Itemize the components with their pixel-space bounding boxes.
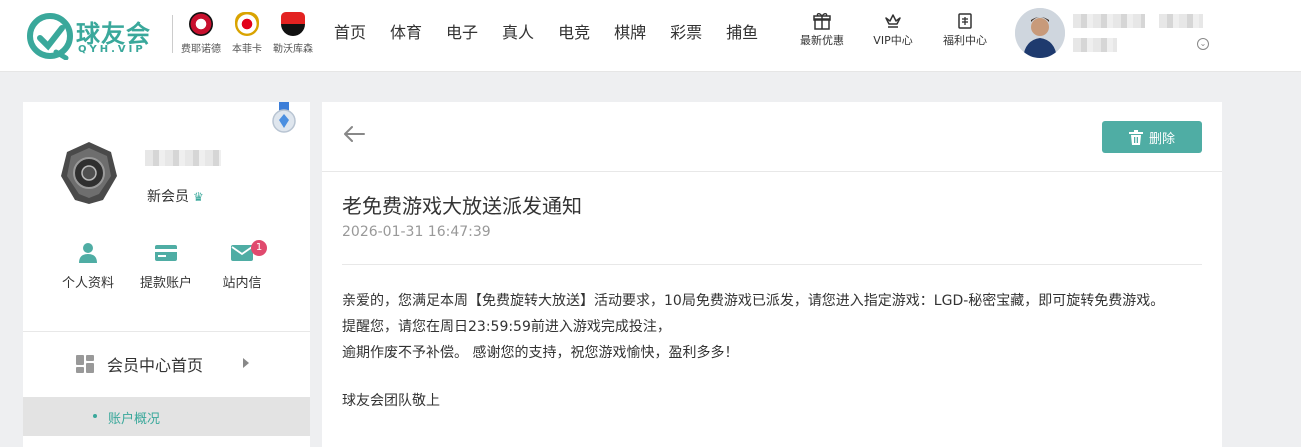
message-line: 亲爱的，您满足本周【免费旋转大放送】活动要求，10局免费游戏已派发，请您进入指定… [342,293,1165,309]
dashboard-icon [76,355,94,373]
user-extra-blurred [1159,14,1203,28]
trash-icon [1128,129,1143,145]
crown-icon [885,14,901,28]
member-sidebar: 新会员 ♛ 个人资料 提款账户 1 站内信 会员中心首页 账户概况 [23,102,310,447]
card-icon [155,245,177,261]
quick-link-label: 提款账户 [139,276,192,291]
quick-link-label: 站内信 [222,276,262,291]
benfica-badge-icon [235,12,259,36]
avatar-photo-icon [1015,8,1065,58]
gift-icon [813,13,831,30]
member-rank-avatar-icon [61,142,117,204]
member-name-blurred [145,150,221,166]
user-menu-chevron-icon[interactable]: ⌄ [1197,38,1209,50]
member-level: 新会员 ♛ [147,186,204,206]
submenu-bullet-icon [93,414,97,418]
message-divider [342,264,1202,265]
site-logo[interactable]: 球友会 QYH.VIP [26,10,166,60]
member-level-label: 新会员 [147,189,189,205]
quick-link-profile[interactable]: 个人资料 [53,242,123,291]
sidebar-divider [23,331,310,332]
user-avatar[interactable] [1015,8,1065,58]
medal-icon [272,102,296,133]
message-signature: 球友会团队敬上 [342,393,440,409]
message-detail-panel: 删除 老免费游戏大放送派发通知 2026-01-31 16:47:39 亲爱的，… [322,102,1222,447]
quick-link-withdraw-account[interactable]: 提款账户 [131,242,201,291]
nav-sports[interactable]: 体育 [378,0,434,72]
quick-link-inbox[interactable]: 1 站内信 [207,240,277,291]
nav-welfare[interactable]: 福利中心 [933,12,997,48]
partner-name: 费耶诺德 [181,44,221,55]
partner-benfica[interactable]: 本菲卡 [224,10,270,58]
nav-vip-label: VIP中心 [873,34,913,47]
top-header: 球友会 QYH.VIP 费耶诺德 本菲卡 勒沃库森 首页 体育 电子 真人 电竞… [0,0,1301,72]
nav-esports[interactable]: 电竞 [546,0,602,72]
welfare-icon [958,13,972,29]
menu-member-home[interactable]: 会员中心首页 [75,350,249,378]
nav-chess[interactable]: 棋牌 [602,0,658,72]
partner-feyenoord[interactable]: 费耶诺德 [178,10,224,58]
partner-name: 本菲卡 [232,44,262,55]
partner-leverkusen[interactable]: 勒沃库森 [270,10,316,58]
nav-fishing[interactable]: 捕鱼 [714,0,770,72]
nav-home[interactable]: 首页 [322,0,378,72]
delete-button[interactable]: 删除 [1102,121,1202,153]
user-area[interactable]: ⌄ [1015,8,1295,64]
back-arrow-icon[interactable] [342,124,366,144]
nav-promotions[interactable]: 最新优惠 [790,12,854,48]
level-crown-icon: ♛ [193,190,204,204]
message-body: 亲爱的，您满足本周【免费旋转大放送】活动要求，10局免费游戏已派发，请您进入指定… [342,288,1282,366]
logo-mark-icon [27,13,73,60]
partner-clubs: 费耶诺德 本菲卡 勒沃库森 [178,10,316,58]
logo-divider [172,15,173,53]
menu-member-home-label: 会员中心首页 [107,356,204,375]
leverkusen-badge-icon [281,12,305,36]
nav-live[interactable]: 真人 [490,0,546,72]
main-nav: 首页 体育 电子 真人 电竞 棋牌 彩票 捕鱼 [322,0,770,72]
username-blurred [1073,14,1145,28]
logo-domain: QYH.VIP [78,44,146,55]
quick-link-label: 个人资料 [61,276,114,291]
message-timestamp: 2026-01-31 16:47:39 [342,224,491,240]
user-icon [79,243,97,263]
unread-badge: 1 [251,240,267,256]
message-title: 老免费游戏大放送派发通知 [342,194,582,218]
nav-electronic[interactable]: 电子 [434,0,490,72]
delete-button-label: 删除 [1148,131,1175,147]
submenu-label: 账户概况 [108,412,161,427]
nav-promotions-label: 最新优惠 [800,34,844,47]
menu-expand-arrow-icon [243,358,249,368]
nav-welfare-label: 福利中心 [943,34,987,47]
feyenoord-badge-icon [189,12,213,36]
nav-lottery[interactable]: 彩票 [658,0,714,72]
submenu-account-overview[interactable]: 账户概况 [23,397,310,436]
partner-name: 勒沃库森 [273,44,313,55]
toolbar-divider [322,171,1222,172]
balance-blurred [1073,38,1117,52]
nav-vip[interactable]: VIP中心 [861,12,925,48]
message-line: 逾期作废不予补偿。 感谢您的支持，祝您游戏愉快，盈利多多！ [342,345,739,361]
message-line: 提醒您，请您在周日23:59:59前进入游戏完成投注， [342,319,671,335]
